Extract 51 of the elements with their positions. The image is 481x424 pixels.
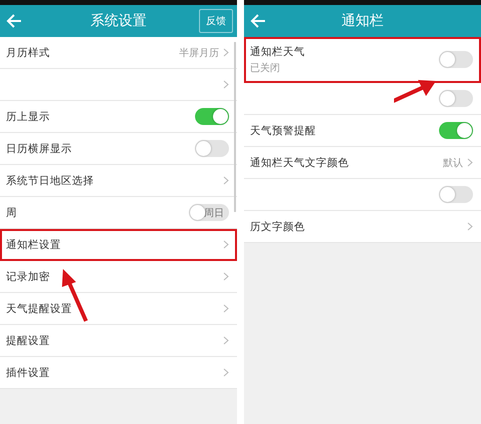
- toggle-switch[interactable]: [195, 108, 229, 125]
- chevron-right-icon: [223, 176, 229, 185]
- chevron-right-icon: [223, 368, 229, 377]
- row-label: 插件设置: [6, 366, 51, 380]
- toggle-switch[interactable]: [439, 186, 473, 203]
- toggle-switch[interactable]: 周日: [189, 204, 229, 221]
- row-label: 月历样式: [6, 46, 51, 60]
- settings-row[interactable]: 天气提醒设置: [0, 293, 237, 325]
- toggle-switch[interactable]: [195, 140, 229, 157]
- row-value: 默认: [443, 156, 463, 170]
- row-label: 天气预警提醒: [250, 124, 317, 138]
- row-label: 系统节日地区选择: [6, 174, 95, 188]
- settings-row[interactable]: 通知栏天气文字颜色 默认: [244, 147, 481, 179]
- chevron-right-icon: [223, 272, 229, 281]
- annotation-arrow: [60, 268, 90, 324]
- settings-row[interactable]: 历文字颜色: [244, 211, 481, 243]
- settings-row[interactable]: 历上显示: [0, 101, 237, 133]
- chevron-right-icon: [223, 336, 229, 345]
- screen-title: 通知栏: [342, 12, 384, 30]
- row-label: 通知栏天气: [250, 44, 306, 58]
- highlighted-settings-row[interactable]: 通知栏设置: [0, 229, 237, 261]
- chevron-right-icon: [467, 222, 473, 231]
- chevron-right-icon: [223, 80, 229, 89]
- row-label: 记录加密: [6, 270, 51, 284]
- row-label: 通知栏设置: [6, 238, 62, 252]
- toggle-switch[interactable]: [439, 122, 473, 139]
- highlighted-settings-row[interactable]: 通知栏天气 已关闭: [244, 37, 481, 83]
- settings-row[interactable]: 天气预警提醒: [244, 115, 481, 147]
- switch-label: 周日: [204, 206, 224, 220]
- settings-row[interactable]: 提醒设置: [0, 325, 237, 357]
- settings-row[interactable]: 日历横屏显示: [0, 133, 237, 165]
- row-label: 历上显示: [6, 110, 51, 124]
- screen-title: 系统设置: [90, 12, 146, 30]
- toggle-switch[interactable]: [439, 90, 473, 107]
- back-arrow-icon[interactable]: [250, 13, 266, 29]
- settings-row[interactable]: 周 周日: [0, 197, 237, 229]
- settings-row[interactable]: 插件设置: [0, 357, 237, 389]
- chevron-right-icon: [223, 304, 229, 313]
- row-label: 历文字颜色: [250, 220, 306, 234]
- row-label: 天气提醒设置: [6, 302, 73, 316]
- chevron-right-icon: [223, 240, 229, 249]
- row-label: 提醒设置: [6, 334, 51, 348]
- row-label: 日历横屏显示: [6, 142, 73, 156]
- row-status-text: 已关闭: [250, 62, 281, 74]
- chevron-right-icon: [223, 48, 229, 57]
- row-value: 半屏月历: [179, 46, 219, 60]
- row-label: 周: [6, 206, 18, 220]
- back-arrow-icon[interactable]: [6, 13, 22, 29]
- row-label: 通知栏天气文字颜色: [250, 156, 350, 170]
- toggle-switch[interactable]: [439, 51, 473, 68]
- chevron-right-icon: [467, 158, 473, 167]
